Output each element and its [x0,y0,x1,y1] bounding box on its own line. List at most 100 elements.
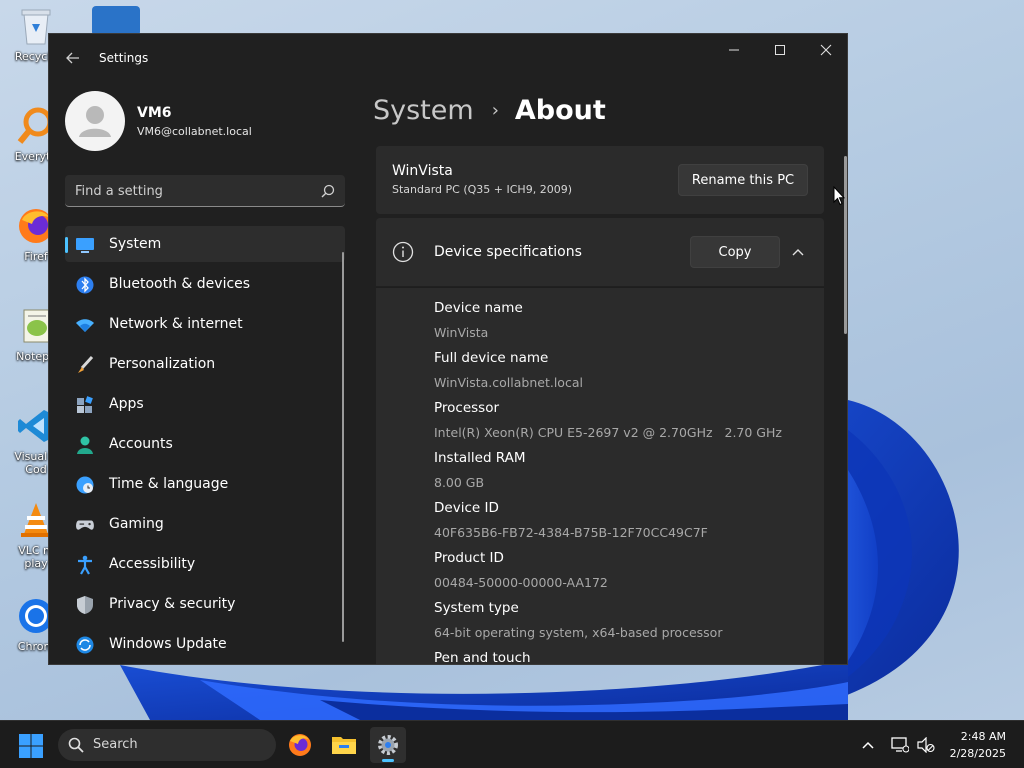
apps-icon [75,395,95,415]
sidebar-item-accessibility[interactable]: Accessibility [65,546,345,582]
page-title: About [514,94,606,126]
sidebar-item-label: Personalization [109,356,216,372]
sidebar-item-label: Gaming [109,516,164,532]
sidebar-item-label: Accounts [109,436,173,452]
taskbar-firefox[interactable] [282,727,318,763]
selected-indicator [65,237,68,253]
tray-overflow-button[interactable] [858,735,878,755]
sidebar-item-personalization[interactable]: Personalization [65,346,345,382]
app-title: Settings [99,51,149,65]
sidebar-item-label: Apps [109,396,144,412]
find-setting-input[interactable] [75,181,305,201]
settings-window: Settings VM6 VM6@collabnet.local System [48,33,848,665]
content-scrollbar[interactable] [844,156,847,334]
active-app-indicator [382,759,394,762]
info-icon [392,241,414,263]
rename-pc-button[interactable]: Rename this PC [678,164,808,196]
spec-label: Device name [434,300,523,316]
sidebar-item-accounts[interactable]: Accounts [65,426,345,462]
back-button[interactable] [61,46,85,70]
sidebar-item-time-language[interactable]: Time & language [65,466,345,502]
spec-value: 8.00 GB [434,475,485,490]
spec-value: 00484-50000-00000-AA172 [434,575,608,590]
spec-value: WinVista [434,325,489,340]
spec-label: Device ID [434,500,499,516]
desktop-icon-partial[interactable] [92,6,140,36]
spec-row: Pen and touch [434,649,531,665]
device-specs-title: Device specifications [434,244,582,260]
breadcrumb-parent[interactable]: System [373,95,474,126]
spec-row: Device name WinVista [434,299,523,342]
clock-date: 2/28/2025 [949,747,1006,760]
spec-value: Intel(R) Xeon(R) CPU E5-2697 v2 @ 2.70GH… [434,425,782,440]
spec-label: Processor [434,400,500,416]
taskbar: Search 2:48 AM 2/28/2025 [0,720,1024,768]
pc-name: WinVista [392,163,453,179]
sidebar-scrollbar[interactable] [342,252,344,642]
breadcrumb: System › About [373,90,606,130]
volume-muted-icon [917,737,935,753]
sidebar-item-apps[interactable]: Apps [65,386,345,422]
spec-row: Full device name WinVista.collabnet.loca… [434,349,583,392]
network-monitor-icon [891,737,909,753]
spec-label: System type [434,600,519,616]
sidebar-item-label: System [109,236,162,252]
sidebar-item-system[interactable]: System [65,226,345,262]
spec-row: Device ID 40F635B6-FB72-4384-B75B-12F70C… [434,499,708,542]
taskbar-search[interactable]: Search [58,729,276,761]
spec-value: 40F635B6-FB72-4384-B75B-12F70CC49C7F [434,525,708,540]
sidebar-item-gaming[interactable]: Gaming [65,506,345,542]
find-setting-box[interactable] [65,175,345,207]
chevron-up-icon[interactable] [790,244,806,260]
clock-time: 2:48 AM [960,730,1006,743]
user-name: VM6 [137,105,172,121]
firefox-icon [289,734,311,756]
device-specs-header[interactable]: Device specifications Copy [376,218,824,286]
copy-button[interactable]: Copy [690,236,780,268]
bluetooth-icon [75,275,95,295]
taskbar-settings[interactable] [370,727,406,763]
taskbar-file-explorer[interactable] [326,727,362,763]
spec-row: Product ID 00484-50000-00000-AA172 [434,549,608,592]
sidebar-item-privacy[interactable]: Privacy & security [65,586,345,622]
sidebar-item-network[interactable]: Network & internet [65,306,345,342]
tray-volume[interactable] [916,735,936,755]
user-email: VM6@collabnet.local [137,125,252,138]
back-arrow-icon [66,52,79,64]
search-icon [68,737,84,753]
person-icon [75,435,95,455]
system-monitor-icon [75,235,95,255]
taskbar-clock[interactable]: 2:48 AM 2/28/2025 [950,728,1006,762]
chevron-up-icon [862,741,874,749]
maximize-icon [775,45,785,55]
maximize-button[interactable] [757,34,803,66]
spec-value: 64-bit operating system, x64-based proce… [434,625,723,640]
pc-name-card: WinVista Standard PC (Q35 + ICH9, 2009) … [376,146,824,214]
spec-row: Installed RAM 8.00 GB [434,449,526,492]
title-bar[interactable]: Settings [49,34,847,82]
spec-label: Full device name [434,350,549,366]
update-icon [75,635,95,655]
device-specs-body: Device name WinVista Full device name Wi… [376,287,824,665]
breadcrumb-separator: › [491,99,499,121]
accessibility-icon [75,555,95,575]
sidebar-item-label: Privacy & security [109,596,236,612]
spec-label: Pen and touch [434,650,531,665]
minimize-button[interactable] [711,34,757,66]
wifi-icon [75,315,95,335]
sidebar-item-label: Windows Update [109,636,227,652]
shield-icon [75,595,95,615]
avatar[interactable] [65,91,125,151]
sidebar-item-windows-update[interactable]: Windows Update [65,626,345,662]
windows-start-icon[interactable] [18,733,44,759]
close-icon [820,44,832,56]
sidebar-item-label: Bluetooth & devices [109,276,251,292]
sidebar-item-bluetooth[interactable]: Bluetooth & devices [65,266,345,302]
search-icon [321,184,335,198]
folder-icon [332,737,356,754]
brush-icon [75,355,95,375]
close-button[interactable] [803,34,847,66]
spec-label: Product ID [434,550,504,566]
tray-network[interactable] [890,735,910,755]
mouse-cursor-icon [833,186,845,206]
